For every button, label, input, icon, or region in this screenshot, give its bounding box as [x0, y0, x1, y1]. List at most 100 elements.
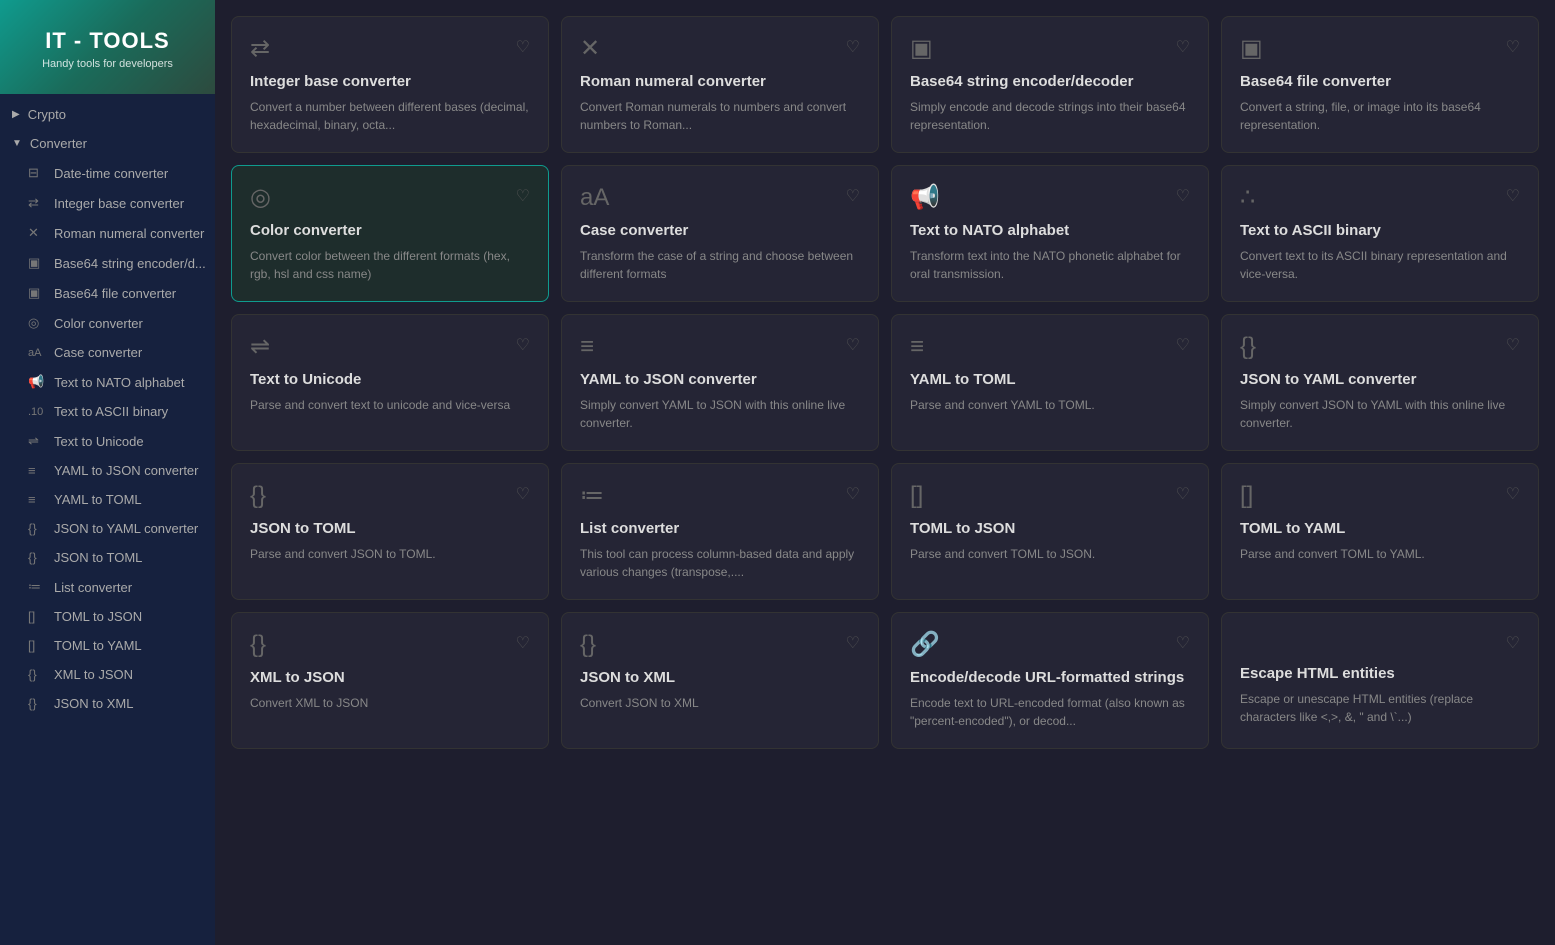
sidebar-item-date-time-converter[interactable]: ⊟ Date-time converter — [0, 158, 215, 188]
favorite-icon[interactable]: ♡ — [1176, 335, 1190, 355]
megaphone-icon: 📢 — [28, 374, 44, 390]
favorite-icon[interactable]: ♡ — [1176, 37, 1190, 57]
tool-card[interactable]: ∴ ♡ Text to ASCII binary Convert text to… — [1221, 165, 1539, 302]
sidebar-item-toml-to-yaml[interactable]: [] TOML to YAML — [0, 631, 215, 660]
favorite-icon[interactable]: ♡ — [846, 186, 860, 206]
sidebar-item-color-converter[interactable]: ◎ Color converter — [0, 308, 215, 338]
case-icon: aA — [28, 347, 44, 359]
tool-icon: ▣ — [1240, 37, 1263, 61]
card-header: [] ♡ — [910, 484, 1190, 508]
card-description: Convert a number between different bases… — [250, 98, 530, 134]
tool-card[interactable]: ≡ ♡ YAML to TOML Parse and convert YAML … — [891, 314, 1209, 451]
favorite-icon[interactable]: ♡ — [846, 335, 860, 355]
tool-card[interactable]: ◎ ♡ Color converter Convert color betwee… — [231, 165, 549, 302]
sidebar-item-text-to-ascii[interactable]: .10 Text to ASCII binary — [0, 397, 215, 426]
tool-card[interactable]: ✕ ♡ Roman numeral converter Convert Roma… — [561, 16, 879, 153]
card-title: XML to JSON — [250, 669, 530, 686]
tool-card[interactable]: ▣ ♡ Base64 file converter Convert a stri… — [1221, 16, 1539, 153]
unicode-icon: ⇌ — [28, 433, 44, 449]
tool-icon: 🔗 — [910, 633, 940, 657]
favorite-icon[interactable]: ♡ — [1506, 633, 1520, 653]
tool-card[interactable]: ≔ ♡ List converter This tool can process… — [561, 463, 879, 600]
favorite-icon[interactable]: ♡ — [1506, 484, 1520, 504]
sidebar-item-label: Color converter — [54, 316, 143, 331]
card-description: Parse and convert TOML to JSON. — [910, 545, 1190, 563]
tool-card[interactable]: [] ♡ TOML to YAML Parse and convert TOML… — [1221, 463, 1539, 600]
chevron-right-icon: ▶ — [12, 109, 20, 120]
tool-card[interactable]: ⇄ ♡ Integer base converter Convert a num… — [231, 16, 549, 153]
sidebar-item-yaml-to-json[interactable]: ≡ YAML to JSON converter — [0, 456, 215, 485]
favorite-icon[interactable]: ♡ — [1176, 484, 1190, 504]
card-title: JSON to XML — [580, 669, 860, 686]
card-header: ≡ ♡ — [910, 335, 1190, 359]
favorite-icon[interactable]: ♡ — [516, 484, 530, 504]
card-header: ◎ ♡ — [250, 186, 530, 210]
sidebar-item-converter[interactable]: ▼ Converter — [0, 129, 215, 158]
sidebar-item-toml-to-json[interactable]: [] TOML to JSON — [0, 602, 215, 631]
favorite-icon[interactable]: ♡ — [1506, 37, 1520, 57]
card-title: YAML to TOML — [910, 371, 1190, 388]
file-icon: ▣ — [28, 255, 44, 271]
sidebar-item-base64-file[interactable]: ▣ Base64 file converter — [0, 278, 215, 308]
sidebar-item-label: List converter — [54, 580, 132, 595]
favorite-icon[interactable]: ♡ — [846, 633, 860, 653]
favorite-icon[interactable]: ♡ — [516, 186, 530, 206]
sidebar-item-xml-to-json[interactable]: {} XML to JSON — [0, 660, 215, 689]
favorite-icon[interactable]: ♡ — [516, 633, 530, 653]
sidebar-item-case-converter[interactable]: aA Case converter — [0, 338, 215, 367]
sidebar-item-integer-base-converter[interactable]: ⇄ Integer base converter — [0, 188, 215, 218]
tool-card[interactable]: ⇌ ♡ Text to Unicode Parse and convert te… — [231, 314, 549, 451]
sidebar-item-json-to-toml[interactable]: {} JSON to TOML — [0, 543, 215, 572]
tool-icon: 📢 — [910, 186, 940, 210]
card-title: Roman numeral converter — [580, 73, 860, 90]
tool-card[interactable]: {} ♡ JSON to YAML converter Simply conve… — [1221, 314, 1539, 451]
tool-card[interactable]: aA ♡ Case converter Transform the case o… — [561, 165, 879, 302]
sidebar-item-base64-string[interactable]: ▣ Base64 string encoder/d... — [0, 248, 215, 278]
card-title: Escape HTML entities — [1240, 665, 1520, 682]
favorite-icon[interactable]: ♡ — [1176, 186, 1190, 206]
card-description: This tool can process column-based data … — [580, 545, 860, 581]
sidebar-item-text-to-nato[interactable]: 📢 Text to NATO alphabet — [0, 367, 215, 397]
sidebar-item-yaml-to-toml[interactable]: ≡ YAML to TOML — [0, 485, 215, 514]
card-description: Convert Roman numerals to numbers and co… — [580, 98, 860, 134]
tool-card[interactable]: {} ♡ JSON to XML Convert JSON to XML — [561, 612, 879, 749]
tool-card[interactable]: 📢 ♡ Text to NATO alphabet Transform text… — [891, 165, 1209, 302]
tool-card[interactable]: 🔗 ♡ Encode/decode URL-formatted strings … — [891, 612, 1209, 749]
favorite-icon[interactable]: ♡ — [846, 484, 860, 504]
tool-card[interactable]: ≡ ♡ YAML to JSON converter Simply conver… — [561, 314, 879, 451]
sidebar-item-list-converter[interactable]: ≔ List converter — [0, 572, 215, 602]
card-description: Simply encode and decode strings into th… — [910, 98, 1190, 134]
sidebar-item-label: YAML to JSON converter — [54, 463, 199, 478]
tool-card[interactable]: [] ♡ TOML to JSON Parse and convert TOML… — [891, 463, 1209, 600]
card-description: Simply convert YAML to JSON with this on… — [580, 396, 860, 432]
tool-card[interactable]: {} ♡ JSON to TOML Parse and convert JSON… — [231, 463, 549, 600]
sidebar-item-label: Text to Unicode — [54, 434, 144, 449]
card-description: Convert JSON to XML — [580, 694, 860, 712]
tool-card[interactable]: {} ♡ XML to JSON Convert XML to JSON — [231, 612, 549, 749]
favorite-icon[interactable]: ♡ — [846, 37, 860, 57]
card-description: Transform text into the NATO phonetic al… — [910, 247, 1190, 283]
card-header: {} ♡ — [580, 633, 860, 657]
json-icon: {} — [28, 521, 44, 536]
sidebar-item-text-to-unicode[interactable]: ⇌ Text to Unicode — [0, 426, 215, 456]
sidebar-item-crypto[interactable]: ▶ Crypto — [0, 100, 215, 129]
tool-card[interactable]: ♡ Escape HTML entities Escape or unescap… — [1221, 612, 1539, 749]
tool-card[interactable]: ▣ ♡ Base64 string encoder/decoder Simply… — [891, 16, 1209, 153]
sidebar-item-json-to-yaml[interactable]: {} JSON to YAML converter — [0, 514, 215, 543]
favorite-icon[interactable]: ♡ — [1506, 186, 1520, 206]
card-title: Base64 string encoder/decoder — [910, 73, 1190, 90]
card-header: ∴ ♡ — [1240, 186, 1520, 210]
sidebar-item-label: JSON to XML — [54, 696, 133, 711]
card-description: Convert a string, file, or image into it… — [1240, 98, 1520, 134]
sidebar-item-json-to-xml[interactable]: {} JSON to XML — [0, 689, 215, 718]
card-title: Base64 file converter — [1240, 73, 1520, 90]
main-content: ⇄ ♡ Integer base converter Convert a num… — [215, 0, 1555, 945]
sidebar-item-roman-numeral-converter[interactable]: ✕ Roman numeral converter — [0, 218, 215, 248]
favorite-icon[interactable]: ♡ — [516, 335, 530, 355]
tool-icon: ◎ — [250, 186, 271, 210]
convert-icon: ⇄ — [28, 195, 44, 211]
favorite-icon[interactable]: ♡ — [516, 37, 530, 57]
favorite-icon[interactable]: ♡ — [1506, 335, 1520, 355]
sidebar-item-label: TOML to JSON — [54, 609, 142, 624]
favorite-icon[interactable]: ♡ — [1176, 633, 1190, 653]
